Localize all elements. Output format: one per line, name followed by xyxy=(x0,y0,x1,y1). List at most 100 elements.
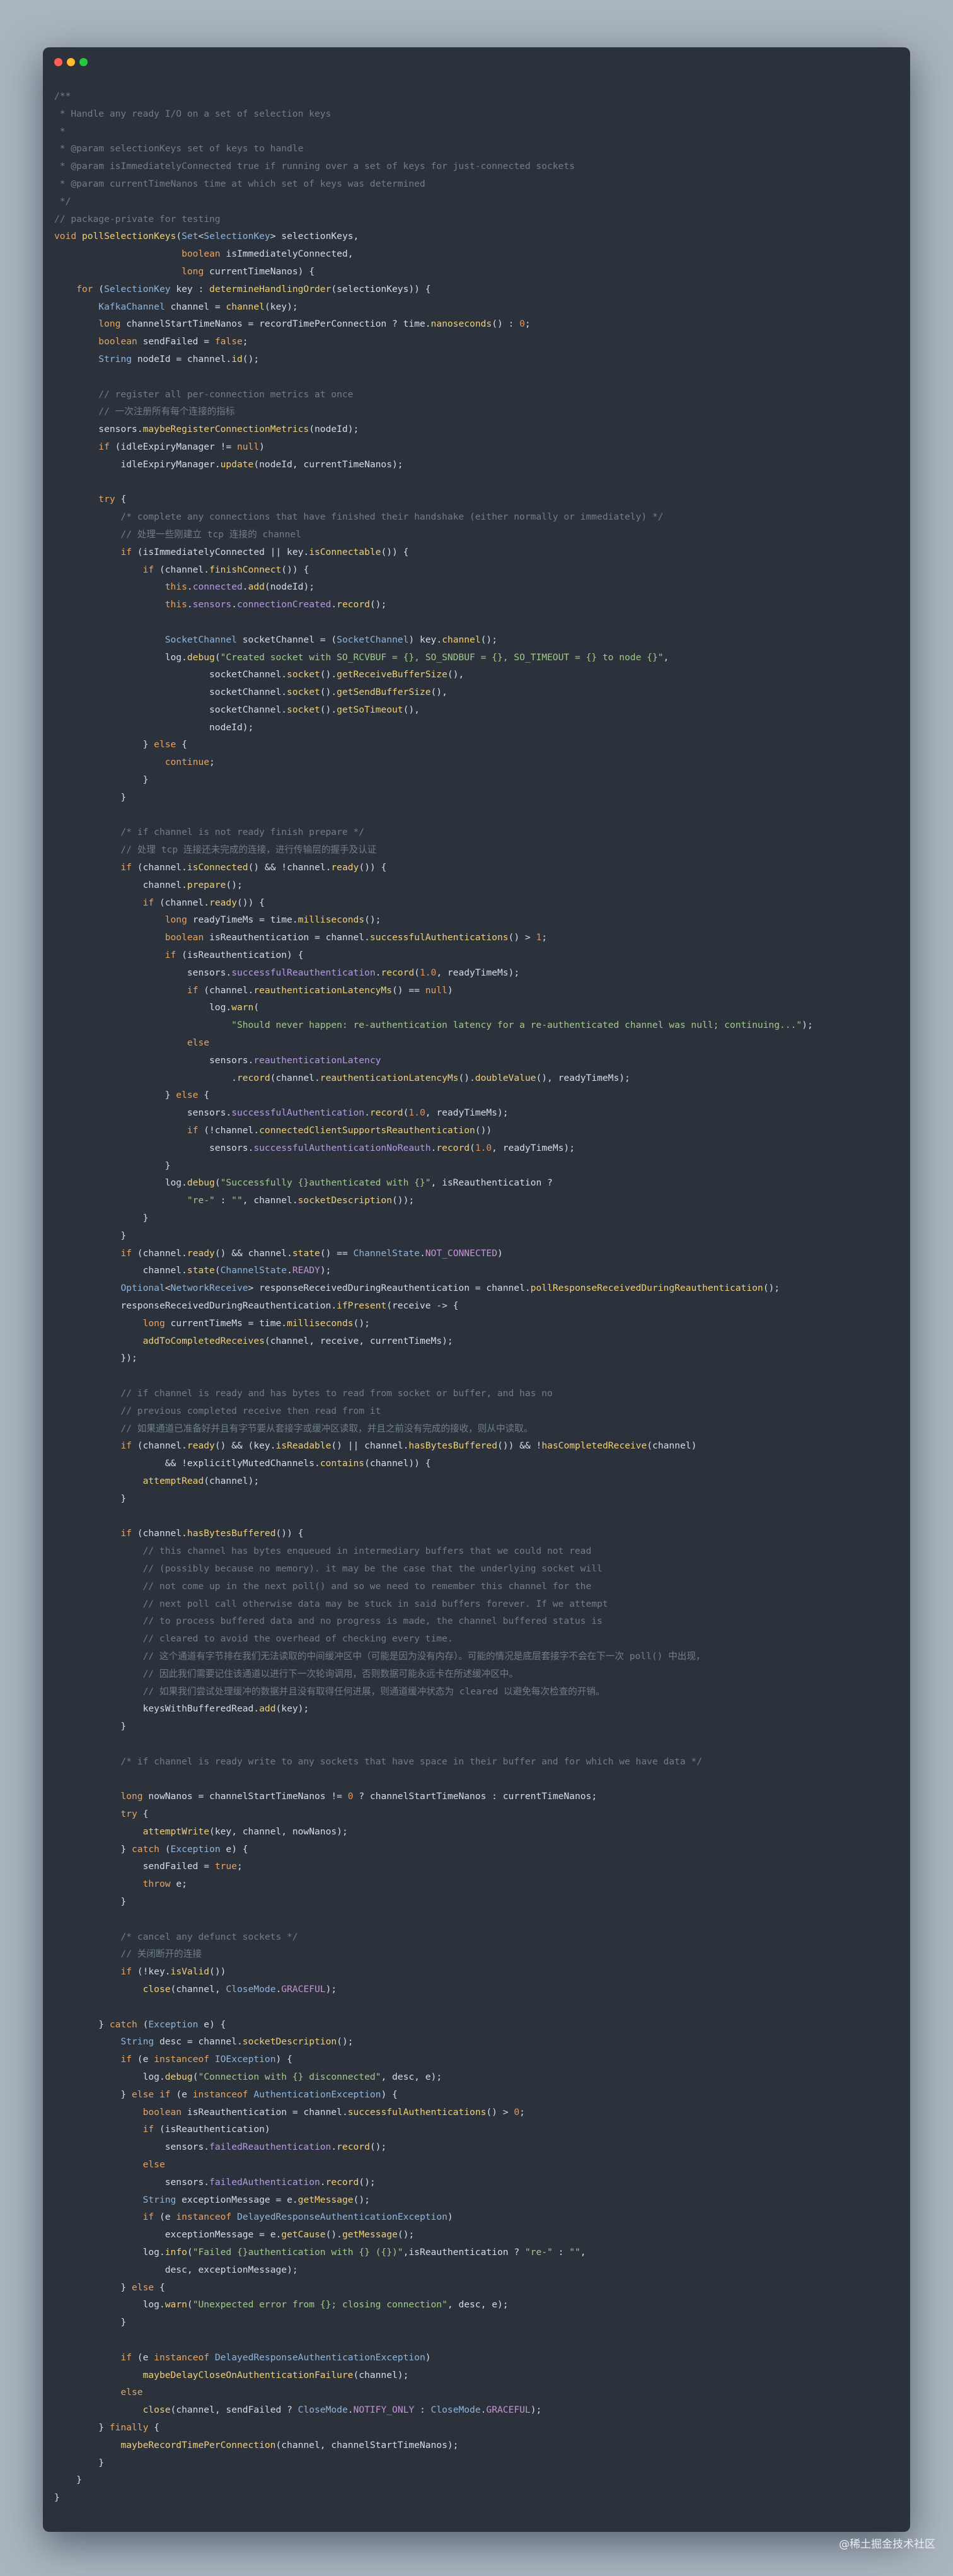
code-line: } xyxy=(54,1721,127,1732)
code-line: try { xyxy=(98,494,127,505)
code-line: } xyxy=(54,1213,149,1223)
code-line: // 一次注册所有每个连接的指标 xyxy=(54,406,235,417)
code-line: /* if channel is ready write to any sock… xyxy=(54,1756,702,1767)
code-line: else xyxy=(142,2159,165,2171)
code-line: } xyxy=(54,774,149,786)
code-line: // 关闭断开的连接 xyxy=(54,1949,202,1960)
code-line: boolean isReauthentication = channel.suc… xyxy=(165,932,548,943)
code-line: if (!channel.connectedClientSupportsReau… xyxy=(187,1125,492,1136)
code-line: } else { xyxy=(54,1090,210,1101)
minimize-window-button[interactable] xyxy=(67,58,75,66)
code-line: channel.prepare(); xyxy=(142,879,243,890)
zoom-window-button[interactable] xyxy=(79,58,88,66)
code-line: if (channel.isConnected() && !channel.re… xyxy=(120,862,387,873)
code-line: } else if (e instanceof AuthenticationEx… xyxy=(54,2089,398,2100)
code-line: log.info("Failed {}authentication with {… xyxy=(142,2247,586,2258)
code-line: socketChannel.socket().getSendBufferSize… xyxy=(209,687,448,698)
code-line: socketChannel.socket().getSoTimeout(), xyxy=(209,704,420,715)
code-line: // if channel is ready and has bytes to … xyxy=(54,1387,553,1399)
code-line: } xyxy=(54,2317,127,2328)
code-line: log.debug("Connection with {} disconnect… xyxy=(142,2072,442,2083)
code-line: * Handle any ready I/O on a set of selec… xyxy=(54,108,332,119)
code-line: KafkaChannel channel = channel(key); xyxy=(98,301,298,312)
code-line: } xyxy=(54,1896,127,1908)
code-line: // 处理一些刚建立 tcp 连接的 channel xyxy=(54,528,301,540)
code-line: } xyxy=(54,791,127,803)
code-line: socketChannel.socket().getReceiveBufferS… xyxy=(209,669,465,680)
code-line: try { xyxy=(120,1809,149,1820)
code-line: if (isReauthentication) xyxy=(142,2124,270,2135)
code-line: } finally { xyxy=(54,2422,159,2433)
code-block: /** * Handle any ready I/O on a set of s… xyxy=(54,88,899,2507)
code-line: sensors.failedAuthentication.record(); xyxy=(165,2176,376,2188)
code-line: long readyTimeMs = time.milliseconds(); xyxy=(165,914,381,926)
code-line: log.warn("Unexpected error from {}; clos… xyxy=(142,2299,509,2311)
window-titlebar xyxy=(43,47,910,75)
code-line: } xyxy=(54,2474,82,2486)
code-line: attemptWrite(key, channel, nowNanos); xyxy=(142,1826,348,1837)
code-line: if (isImmediatelyConnected || key.isConn… xyxy=(120,546,409,557)
code-line: long nowNanos = channelStartTimeNanos !=… xyxy=(120,1791,598,1802)
code-line: if (channel.ready()) { xyxy=(142,897,265,908)
code-line: close(channel, CloseMode.GRACEFUL); xyxy=(142,1984,337,1995)
code-line: * @param isImmediatelyConnected true if … xyxy=(54,161,575,172)
code-line: close(channel, sendFailed ? CloseMode.NO… xyxy=(142,2404,542,2416)
code-line: for (SelectionKey key : determineHandlin… xyxy=(76,283,431,294)
code-line: && !explicitlyMutedChannels.contains(cha… xyxy=(54,1458,431,1469)
code-line: long currentTimeMs = time.milliseconds()… xyxy=(142,1317,370,1329)
code-line: // cleared to avoid the overhead of chec… xyxy=(54,1633,453,1645)
code-line: // 如果通道已准备好并且有字节要从套接字或缓冲区读取，并且之前没有完成的接收，… xyxy=(54,1423,533,1434)
code-line: /* cancel any defunct sockets */ xyxy=(54,1931,298,1942)
code-line: sensors.failedReauthentication.record(); xyxy=(165,2142,387,2153)
code-line: // 因此我们需要记住该通道以进行下一次轮询调用，否则数据可能永远卡在所述缓冲区… xyxy=(54,1668,519,1679)
code-line: // 如果我们尝试处理缓冲的数据并且没有取得任何进展，则通道缓冲状态为 clea… xyxy=(54,1686,605,1697)
code-line: idleExpiryManager.update(nodeId, current… xyxy=(120,458,403,470)
code-line: } else { xyxy=(54,2282,165,2293)
code-line: desc, exceptionMessage); xyxy=(165,2264,298,2275)
close-window-button[interactable] xyxy=(54,58,62,66)
code-line: sensors.successfulAuthenticationNoReauth… xyxy=(209,1142,575,1153)
code-line: if (channel.finishConnect()) { xyxy=(142,564,309,575)
code-line: } xyxy=(54,2492,60,2503)
code-line: Optional<NetworkReceive> responseReceive… xyxy=(120,1283,780,1294)
code-line: if (isReauthentication) { xyxy=(165,950,304,961)
code-line: * @param selectionKeys set of keys to ha… xyxy=(54,143,304,154)
code-line: * xyxy=(54,125,66,137)
code-line: sensors.successfulReauthentication.recor… xyxy=(187,967,520,978)
code-line: boolean isImmediatelyConnected, xyxy=(182,248,354,260)
code-line: String desc = channel.socketDescription(… xyxy=(120,2036,354,2048)
code-line: else xyxy=(187,1037,210,1049)
code-line: log.warn( xyxy=(209,1002,260,1013)
code-line: log.debug("Created socket with SO_RCVBUF… xyxy=(165,651,669,663)
code-line: keysWithBufferedRead.add(key); xyxy=(142,1703,309,1715)
code-line: /** xyxy=(54,91,71,102)
code-line: /* complete any connections that have fi… xyxy=(54,511,664,523)
code-line: else xyxy=(120,2387,143,2398)
code-line: // to process buffered data and no progr… xyxy=(54,1616,603,1627)
code-line: String nodeId = channel.id(); xyxy=(98,353,260,364)
code-line: sensors.reauthenticationLatency xyxy=(209,1054,381,1066)
code-line: boolean sendFailed = false; xyxy=(98,336,248,347)
code-line: if (channel.ready() && (key.isReadable()… xyxy=(120,1440,697,1452)
code-line: throw e; xyxy=(142,1879,187,1890)
code-line: "re-" : "", channel.socketDescription())… xyxy=(187,1195,415,1206)
code-line: */ xyxy=(54,195,71,207)
code-line: } else { xyxy=(54,739,187,750)
code-line: SocketChannel socketChannel = (SocketCha… xyxy=(165,634,497,645)
code-line: sendFailed = true; xyxy=(142,1861,243,1872)
code-line: void pollSelectionKeys(Set<SelectionKey>… xyxy=(54,231,359,242)
code-window: /** * Handle any ready I/O on a set of s… xyxy=(43,47,910,2532)
code-line: if (e instanceof DelayedResponseAuthenti… xyxy=(142,2212,453,2223)
code-line: if (idleExpiryManager != null) xyxy=(98,441,265,452)
code-line: sensors.maybeRegisterConnectionMetrics(n… xyxy=(98,424,359,435)
code-line: if (channel.reauthenticationLatencyMs() … xyxy=(187,984,453,996)
